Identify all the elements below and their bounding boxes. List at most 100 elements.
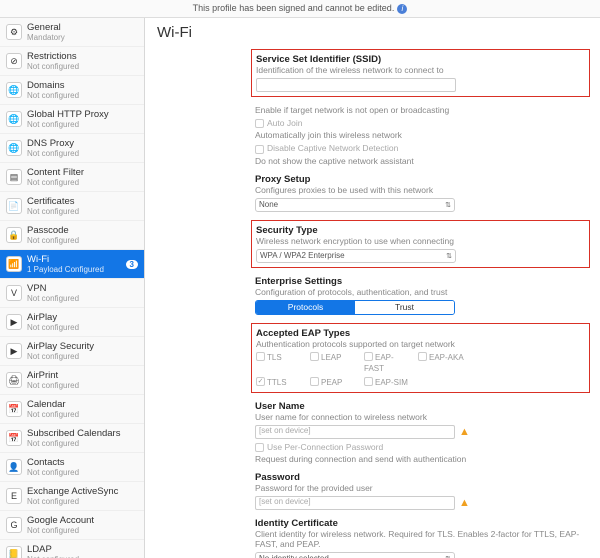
ssid-desc: Identification of the wireless network t… [256,65,585,75]
tab-protocols[interactable]: Protocols [256,301,355,314]
sidebar-item-label: Domains [27,80,138,91]
sidebar-item-content-filter[interactable]: ▤Content FilterNot configured [0,163,144,192]
sidebar-item-label: Contacts [27,457,138,468]
sidebar-item-label: Passcode [27,225,138,236]
payload-icon: 🔒 [6,227,22,243]
sidebar-item-google-account[interactable]: GGoogle AccountNot configured [0,511,144,540]
sidebar-item-wi-fi[interactable]: 📶Wi-Fi1 Payload Configured3 [0,250,144,279]
enterprise-title: Enterprise Settings [255,276,590,287]
payload-icon: 🌐 [6,111,22,127]
sidebar-item-label: AirPlay [27,312,138,323]
sidebar-item-airplay-security[interactable]: ▶AirPlay SecurityNot configured [0,337,144,366]
info-icon: i [397,4,407,14]
perconn-checkbox[interactable] [255,443,264,452]
ssid-input[interactable] [256,78,456,92]
sidebar-item-global-http-proxy[interactable]: 🌐Global HTTP ProxyNot configured [0,105,144,134]
sidebar-item-restrictions[interactable]: ⊘RestrictionsNot configured [0,47,144,76]
payload-icon: 📶 [6,256,22,272]
payload-icon: 🌐 [6,82,22,98]
main-panel: Wi-Fi Service Set Identifier (SSID) Iden… [145,18,600,558]
sidebar-item-general[interactable]: ⚙GeneralMandatory [0,18,144,47]
sidebar-item-domains[interactable]: 🌐DomainsNot configured [0,76,144,105]
eap-title: Accepted EAP Types [256,328,585,339]
tab-trust[interactable]: Trust [355,301,454,314]
eap-checkbox-eap-sim[interactable] [364,377,373,386]
warning-icon: ▲ [459,497,470,509]
security-section: Security Type Wireless network encryptio… [251,220,590,268]
sidebar-item-certificates[interactable]: 📄CertificatesNot configured [0,192,144,221]
sidebar-item-calendar[interactable]: 📅CalendarNot configured [0,395,144,424]
payload-icon: 📅 [6,401,22,417]
payload-icon: ⊘ [6,53,22,69]
chevron-updown-icon: ⇅ [446,252,452,260]
username-input[interactable]: [set on device] [255,425,455,439]
eap-checkbox-leap[interactable] [310,352,319,361]
perconn-label: Use Per-Connection Password [267,442,383,452]
password-input[interactable]: [set on device] [255,496,455,510]
payload-icon: 🖨 [6,372,22,388]
sidebar-item-label: Global HTTP Proxy [27,109,138,120]
hidden-desc: Enable if target network is not open or … [255,105,590,115]
payload-icon: 🌐 [6,140,22,156]
proxy-select[interactable]: None⇅ [255,198,455,212]
eap-checkbox-peap[interactable] [310,377,319,386]
payload-count-badge: 3 [126,260,138,269]
payload-icon: E [6,488,22,504]
payload-icon: ▶ [6,343,22,359]
sidebar-item-dns-proxy[interactable]: 🌐DNS ProxyNot configured [0,134,144,163]
eap-label: TTLS [267,378,287,387]
sidebar-item-exchange-activesync[interactable]: EExchange ActiveSyncNot configured [0,482,144,511]
sidebar-item-label: Google Account [27,515,138,526]
payload-icon: ⚙ [6,24,22,40]
ssid-title: Service Set Identifier (SSID) [256,54,585,65]
sidebar-item-vpn[interactable]: VVPNNot configured [0,279,144,308]
eap-checkbox-eap-aka[interactable] [418,352,427,361]
eap-checkbox-ttls[interactable]: ✓ [256,377,265,386]
autojoin-label: Auto Join [267,118,302,128]
proxy-title: Proxy Setup [255,174,590,185]
eap-label: TLS [267,353,282,362]
sidebar-item-label: LDAP [27,544,138,555]
sidebar-item-label: Restrictions [27,51,138,62]
sidebar-item-ldap[interactable]: 📒LDAPNot configured [0,540,144,558]
username-title: User Name [255,401,590,412]
eap-label: EAP-AKA [429,353,464,362]
signed-banner: This profile has been signed and cannot … [0,0,600,18]
eap-section: Accepted EAP Types Authentication protoc… [251,323,590,393]
sidebar-item-contacts[interactable]: 👤ContactsNot configured [0,453,144,482]
sidebar-item-passcode[interactable]: 🔒PasscodeNot configured [0,221,144,250]
sidebar-item-subscribed-calendars[interactable]: 📅Subscribed CalendarsNot configured [0,424,144,453]
payload-icon: 📅 [6,430,22,446]
sidebar-item-airprint[interactable]: 🖨AirPrintNot configured [0,366,144,395]
sidebar-item-label: VPN [27,283,138,294]
eap-checkbox-tls[interactable] [256,352,265,361]
security-title: Security Type [256,225,585,236]
payload-icon: G [6,517,22,533]
eap-label: PEAP [321,378,342,387]
sidebar-item-airplay[interactable]: ▶AirPlayNot configured [0,308,144,337]
sidebar-item-label: Certificates [27,196,138,207]
password-title: Password [255,472,590,483]
eap-checkbox-eap-fast[interactable] [364,352,373,361]
payload-icon: 📄 [6,198,22,214]
sidebar-item-label: AirPrint [27,370,138,381]
payload-icon: ▶ [6,314,22,330]
sidebar-item-label: DNS Proxy [27,138,138,149]
sidebar-item-label: General [27,22,138,33]
payload-icon: ▤ [6,169,22,185]
captive-checkbox[interactable] [255,145,264,154]
eap-label: EAP-SIM [375,378,408,387]
payload-icon: 📒 [6,546,22,558]
ssid-section: Service Set Identifier (SSID) Identifica… [251,49,590,97]
sidebar-item-label: Wi-Fi [27,254,126,265]
sidebar-item-label: Content Filter [27,167,138,178]
captive-label: Disable Captive Network Detection [267,143,398,153]
sidebar-item-label: AirPlay Security [27,341,138,352]
sidebar-item-label: Calendar [27,399,138,410]
sidebar-item-label: Exchange ActiveSync [27,486,138,497]
security-select[interactable]: WPA / WPA2 Enterprise⇅ [256,249,456,263]
payload-icon: V [6,285,22,301]
payload-sidebar: ⚙GeneralMandatory⊘RestrictionsNot config… [0,18,145,558]
warning-icon: ▲ [459,426,470,438]
autojoin-checkbox[interactable] [255,119,264,128]
